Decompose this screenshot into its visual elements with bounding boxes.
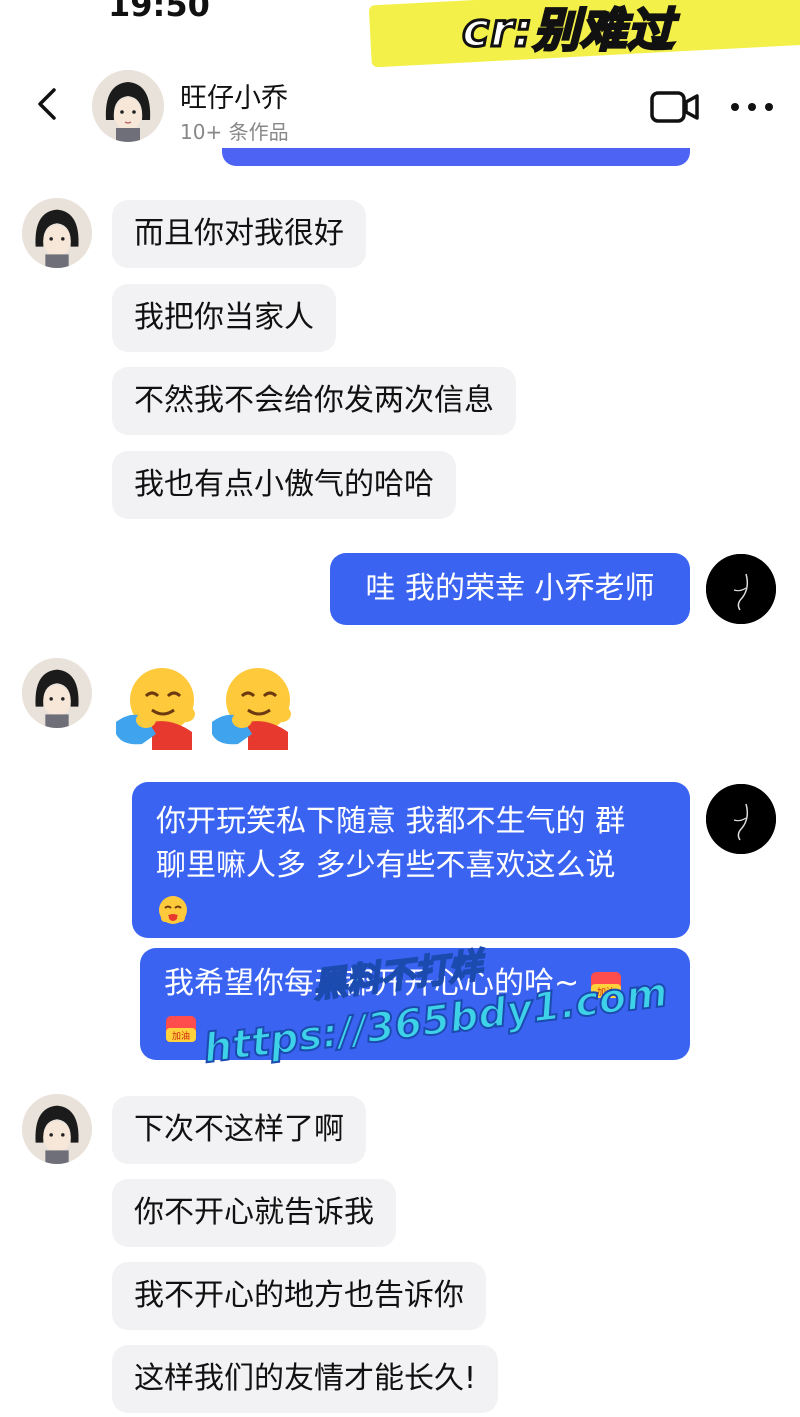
incoming-message[interactable]: 这样我们的友情才能长久! [112,1345,499,1413]
contact-avatar[interactable] [22,1094,92,1164]
chat-header: 旺仔小乔 10+ 条作品 [0,60,800,160]
hugging-face-emoji[interactable] [208,660,300,752]
incoming-message[interactable]: 我把你当家人 [112,284,336,352]
contact-avatar[interactable] [22,198,92,268]
incoming-message[interactable]: 我也有点小傲气的哈哈 [112,451,456,519]
hugging-face-emoji[interactable] [112,660,204,752]
credit-text: cr:别难过 [460,2,675,59]
more-options-icon[interactable] [730,102,774,112]
incoming-message[interactable]: 我不开心的地方也告诉你 [112,1262,486,1330]
contact-avatar[interactable] [92,70,164,142]
back-arrow-icon[interactable] [30,86,66,122]
contact-avatar[interactable] [22,658,92,728]
incoming-message[interactable]: 而且你对我很好 [112,200,366,268]
incoming-message[interactable]: 下次不这样了啊 [112,1096,366,1164]
video-call-icon[interactable] [650,90,700,124]
message-line: 聊里嘛人多 多少有些不喜欢这么说 [156,848,616,883]
message-line: 你开玩笑私下随意 我都不生气的 群 [156,804,626,839]
jiayou-label: 加油 [172,1030,190,1042]
my-avatar[interactable] [706,784,776,854]
outgoing-message[interactable]: 你开玩笑私下随意 我都不生气的 群 聊里嘛人多 多少有些不喜欢这么说 [132,782,690,938]
incoming-message[interactable]: 不然我不会给你发两次信息 [112,367,516,435]
status-time: 19:50 [108,0,210,24]
jiayou-sticker-icon: 加油 [166,1015,196,1042]
contact-subtitle[interactable]: 10+ 条作品 [180,116,289,145]
my-avatar[interactable] [706,554,776,624]
contact-name: 旺仔小乔 [180,83,288,114]
outgoing-message[interactable]: 哇 我的荣幸 小乔老师 [330,553,690,625]
heart-hug-face-emoji [159,895,187,924]
previous-message-bubble [222,148,690,166]
incoming-message[interactable]: 你不开心就告诉我 [112,1179,396,1247]
